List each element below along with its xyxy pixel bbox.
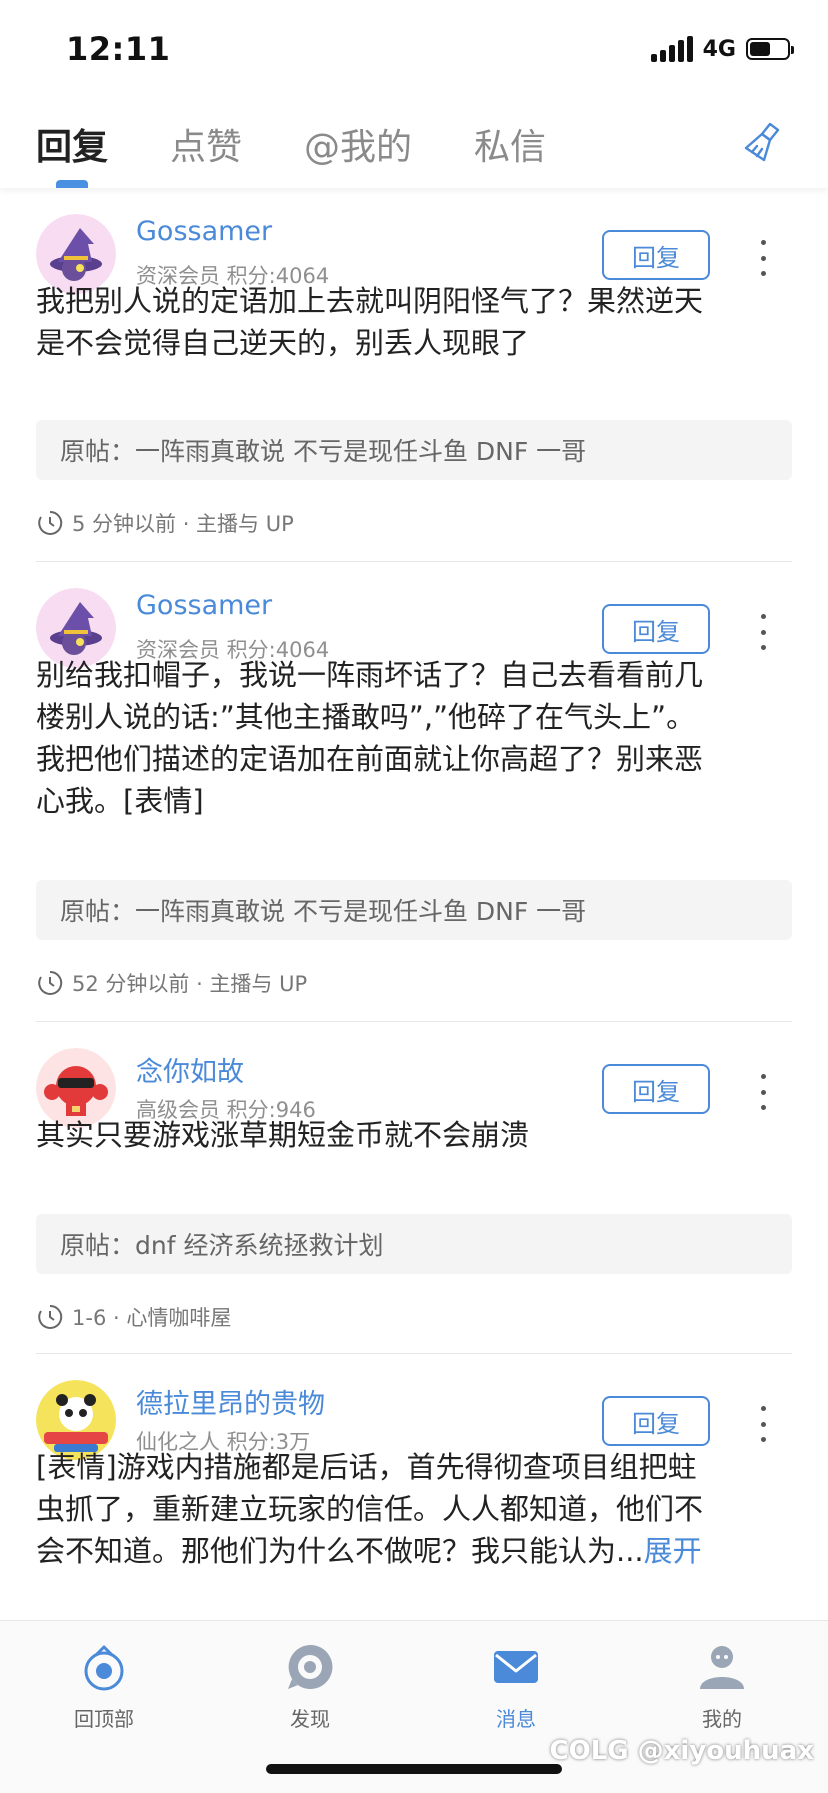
tab-likes[interactable]: 点赞 (170, 118, 242, 170)
tab-mentions[interactable]: @我的 (304, 118, 412, 170)
more-options-icon[interactable] (758, 614, 768, 650)
original-post-quote[interactable]: 原帖：dnf 经济系统拯救计划 (36, 1214, 792, 1274)
message-icon (494, 1651, 538, 1683)
reply-footer: 1-6 · 心情咖啡屋 (36, 1302, 231, 1332)
clock-icon (38, 970, 63, 995)
content-line: 我把别人说的定语加上去就叫阴阳怪气了？果然逆天 (36, 284, 704, 318)
content-line: [表情]游戏内措施都是后话，首先得彻查项目组把蛀 (36, 1450, 697, 1484)
content-line: 是不会觉得自己逆天的，别丢人现眼了 (36, 326, 530, 360)
reply-footer: 52 分钟以前 · 主播与 UP (36, 968, 307, 998)
nav-back-to-top[interactable]: 回顶部 (44, 1641, 164, 1732)
clock-icon (38, 510, 63, 535)
reply-content[interactable]: 其实只要游戏涨草期短金币就不会崩溃 (36, 1114, 529, 1156)
original-post-quote[interactable]: 原帖：一阵雨真敢说 不亏是现任斗鱼 DNF 一哥 (36, 880, 792, 940)
content-line: 心我。[表情] (36, 784, 204, 818)
active-tab-indicator (56, 180, 88, 188)
discover-icon (288, 1644, 333, 1689)
nav-label: 消息 (496, 1707, 536, 1731)
cellular-signal-icon (650, 36, 693, 62)
nav-label: 我的 (702, 1707, 742, 1731)
tab-private-messages[interactable]: 私信 (474, 118, 546, 170)
clear-broom-icon[interactable] (740, 120, 784, 164)
watermark: COLG @xiyouhuax (549, 1736, 814, 1766)
nav-profile[interactable]: 我的 (662, 1641, 782, 1732)
reply-content[interactable]: 别给我扣帽子，我说一阵雨坏话了？自己去看看前几 楼别人说的话:”其他主播敢吗”,… (36, 654, 703, 822)
reply-time-board: 5 分钟以前 · 主播与 UP (72, 512, 294, 536)
more-options-icon[interactable] (758, 1074, 768, 1110)
reply-item: 念你如故 高级会员 积分:946 回复 其实只要游戏涨草期短金币就不会崩溃 原帖… (36, 1022, 792, 1354)
username[interactable]: 德拉里昂的贵物 (136, 1382, 325, 1421)
reply-button[interactable]: 回复 (602, 604, 710, 654)
home-indicator[interactable] (266, 1764, 562, 1774)
content-line: 虫抓了，重新建立玩家的信任。人人都知道，他们不 (36, 1492, 704, 1526)
reply-time-board: 1-6 · 心情咖啡屋 (72, 1306, 232, 1330)
content-line: 我把他们描述的定语加在前面就让你高超了？别来恶 (36, 742, 704, 776)
content-line: 其实只要游戏涨草期短金币就不会崩溃 (36, 1118, 530, 1152)
username[interactable]: 念你如故 (136, 1050, 244, 1089)
nav-label: 回顶部 (74, 1707, 134, 1731)
tab-replies[interactable]: 回复 (36, 118, 108, 170)
reply-footer: 5 分钟以前 · 主播与 UP (36, 508, 294, 538)
more-options-icon[interactable] (758, 1406, 768, 1442)
username[interactable]: Gossamer (136, 590, 272, 621)
more-options-icon[interactable] (758, 240, 768, 276)
content-line: 别给我扣帽子，我说一阵雨坏话了？自己去看看前几 (36, 658, 704, 692)
nav-messages[interactable]: 消息 (456, 1641, 576, 1732)
clock-icon (38, 1304, 63, 1329)
message-tabs: 回复 点赞 @我的 私信 (0, 100, 828, 188)
original-post-quote[interactable]: 原帖：一阵雨真敢说 不亏是现任斗鱼 DNF 一哥 (36, 420, 792, 480)
reply-item: Gossamer 资深会员 积分:4064 回复 我把别人说的定语加上去就叫阴阳… (36, 188, 792, 562)
status-time: 12:11 (66, 30, 171, 68)
battery-level (750, 42, 770, 56)
reply-content[interactable]: 我把别人说的定语加上去就叫阴阳怪气了？果然逆天 是不会觉得自己逆天的，别丢人现眼… (36, 280, 703, 364)
reply-button[interactable]: 回复 (602, 1064, 710, 1114)
reply-button[interactable]: 回复 (602, 1396, 710, 1446)
reply-item: 德拉里昂的贵物 仙化之人 积分:3万 回复 [表情]游戏内措施都是后话，首先得彻… (36, 1354, 792, 1620)
back-to-top-icon (84, 1645, 124, 1691)
status-indicators: 4G (650, 34, 794, 64)
content-line: 会不知道。那他们为什么不做呢？我只能认为... (36, 1534, 644, 1568)
battery-icon (746, 38, 794, 60)
reply-content[interactable]: [表情]游戏内措施都是后话，首先得彻查项目组把蛀 虫抓了，重新建立玩家的信任。人… (36, 1446, 703, 1572)
profile-icon (700, 1646, 744, 1689)
nav-label: 发现 (290, 1707, 330, 1731)
status-bar: 12:11 4G (0, 0, 828, 100)
network-type: 4G (702, 36, 736, 62)
nav-discover[interactable]: 发现 (250, 1641, 370, 1732)
reply-time-board: 52 分钟以前 · 主播与 UP (72, 972, 308, 996)
username[interactable]: Gossamer (136, 216, 272, 247)
reply-item: Gossamer 资深会员 积分:4064 回复 别给我扣帽子，我说一阵雨坏话了… (36, 562, 792, 1022)
content-line: 楼别人说的话:”其他主播敢吗”,”他碎了在气头上”。 (36, 700, 696, 734)
reply-button[interactable]: 回复 (602, 230, 710, 280)
expand-link[interactable]: 展开 (644, 1534, 702, 1568)
